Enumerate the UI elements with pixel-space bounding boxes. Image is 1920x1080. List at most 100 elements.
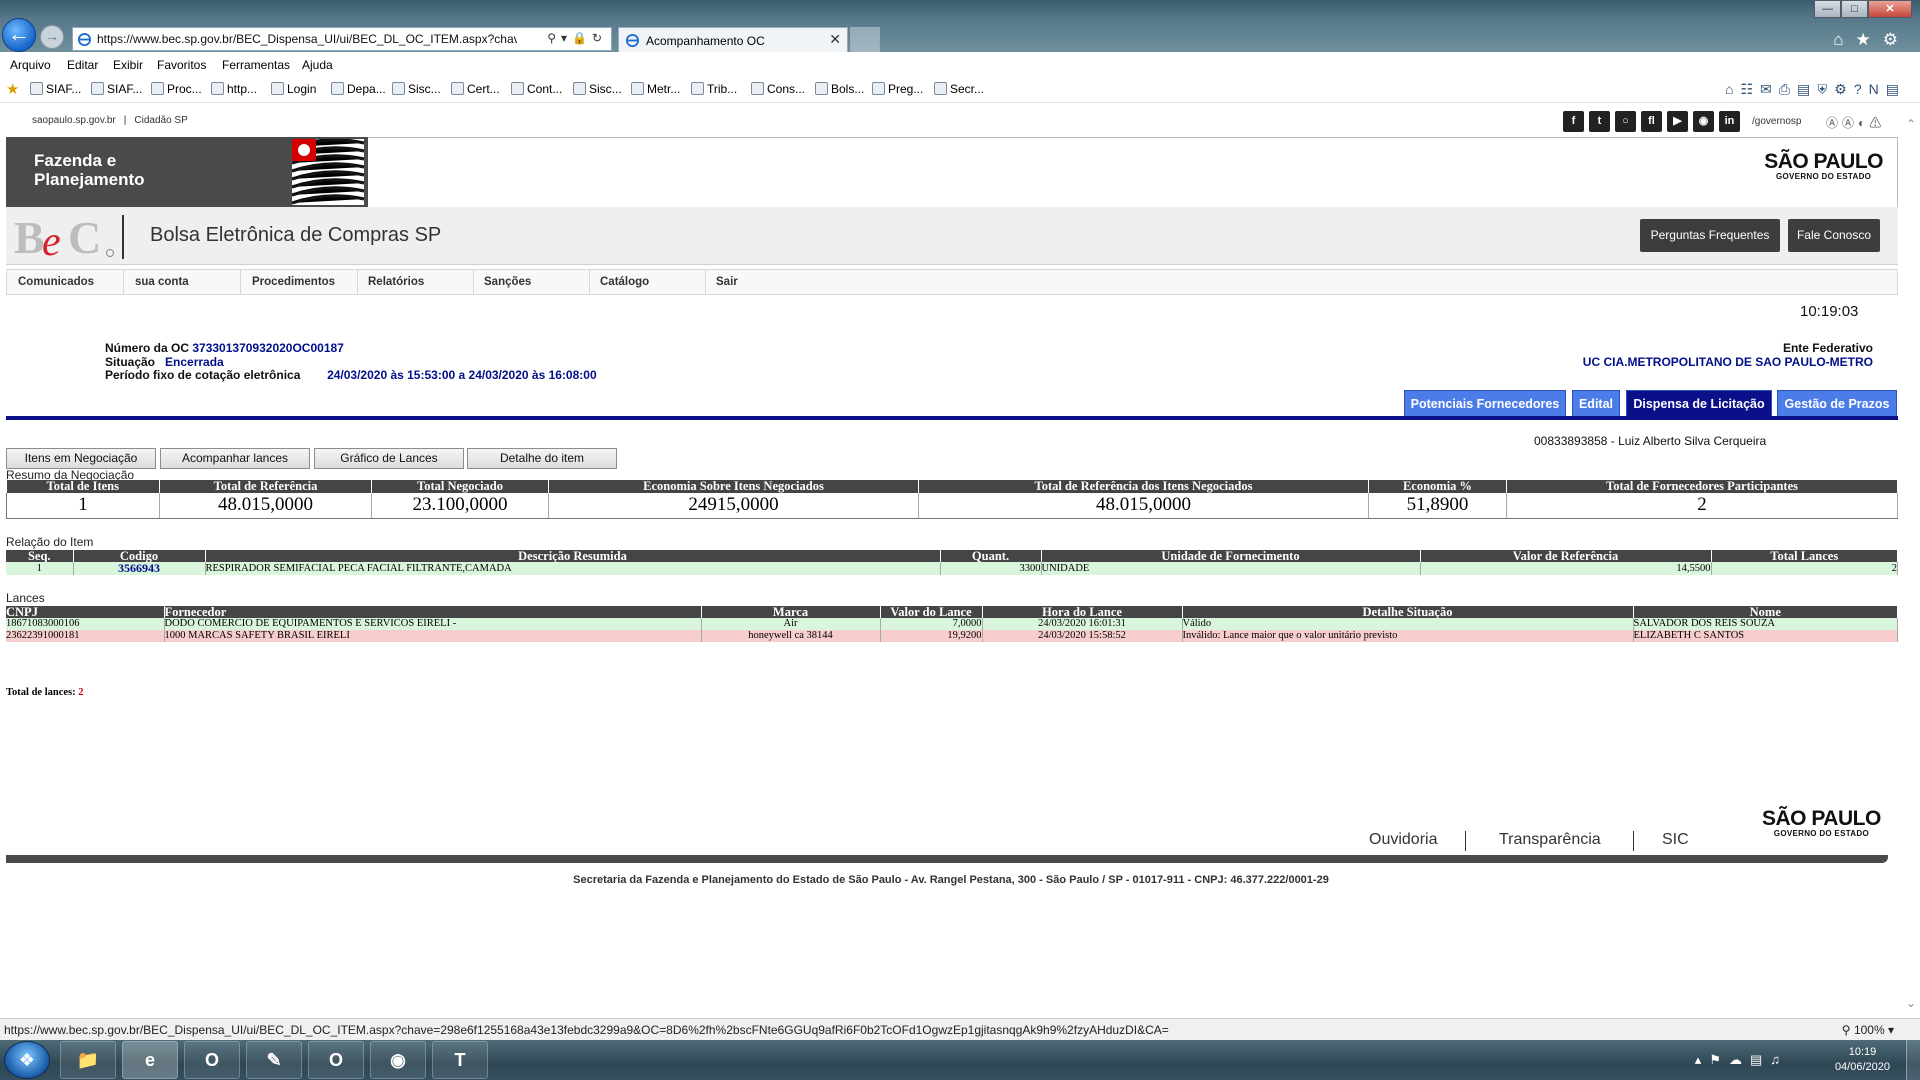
add-favorite-star-icon[interactable]: ★ (6, 80, 19, 98)
footer-link-transparencia[interactable]: Transparência (1499, 831, 1601, 849)
fav-item[interactable]: Sisc... (392, 82, 441, 96)
print-icon[interactable]: ⎙ (1779, 81, 1797, 97)
menu-ferramentas[interactable]: Ferramentas (222, 58, 290, 72)
twitter-icon[interactable]: t (1589, 111, 1610, 132)
home-icon[interactable]: ⌂ (1725, 81, 1740, 97)
itens-negociacao-button[interactable]: Itens em Negociação (6, 448, 156, 469)
address-controls-icon[interactable]: ⚲▾🔒↻ (547, 31, 607, 45)
youtube-icon[interactable]: ▶ (1667, 111, 1688, 132)
menu-ajuda[interactable]: Ajuda (302, 58, 333, 72)
network-icon[interactable]: ▤ (1750, 1052, 1770, 1067)
fav-item[interactable]: Proc... (151, 82, 202, 96)
warning-icon[interactable]: ⚠ (1869, 116, 1885, 130)
address-bar[interactable]: https://www.bec.sp.gov.br/BEC_Dispensa_U… (72, 27, 612, 51)
safety-icon[interactable]: ⛨ (1817, 81, 1834, 97)
flag-icon[interactable]: ⚑ (1709, 1052, 1729, 1067)
grafico-lances-button[interactable]: Gráfico de Lances (314, 448, 464, 469)
close-window-icon[interactable]: ✕ (1868, 0, 1912, 18)
faq-button[interactable]: Perguntas Frequentes (1640, 219, 1780, 252)
tools-icon[interactable]: ⚙ (1834, 81, 1854, 97)
facebook-icon[interactable]: f (1563, 111, 1584, 132)
font-size-icon[interactable]: Ⓐ (1826, 116, 1842, 130)
zoom-level[interactable]: ⚲ 100% ▾ (1842, 1023, 1894, 1037)
fav-item[interactable]: Login (271, 82, 316, 96)
forward-arrow-icon[interactable]: → (40, 25, 64, 49)
mail-icon[interactable]: ✉ (1760, 81, 1779, 97)
close-tab-icon[interactable]: ✕ (829, 31, 841, 48)
fav-item[interactable]: Secr... (934, 82, 984, 96)
nav-sua-conta[interactable]: sua conta (124, 270, 241, 294)
home-icon[interactable]: ⌂ (1833, 30, 1855, 49)
tab-potenciais-fornecedores[interactable]: Potenciais Fornecedores (1404, 390, 1566, 417)
teams-icon[interactable]: T (432, 1041, 488, 1079)
help-icon[interactable]: ? (1854, 81, 1869, 97)
back-arrow-icon[interactable]: ← (2, 18, 36, 52)
contact-button[interactable]: Fale Conosco (1788, 219, 1880, 252)
fav-item[interactable]: Metr... (631, 82, 680, 96)
start-button-icon[interactable]: ❖ (4, 1041, 50, 1079)
scroll-down-icon[interactable]: ⌄ (1906, 996, 1916, 1010)
new-tab-button[interactable] (850, 27, 880, 52)
flickr-icon[interactable]: fl (1641, 111, 1662, 132)
link-saopaulo[interactable]: saopaulo.sp.gov.br (32, 115, 116, 126)
menu-editar[interactable]: Editar (67, 58, 98, 72)
issuu-icon[interactable]: ◉ (1693, 111, 1714, 132)
cloud-icon[interactable]: ☁ (1729, 1052, 1750, 1067)
linkedin-icon[interactable]: in (1719, 111, 1740, 132)
contrast-icon[interactable]: ◐ (1858, 116, 1869, 130)
url-text[interactable]: https://www.bec.sp.gov.br/BEC_Dispensa_U… (97, 32, 517, 46)
fav-item[interactable]: Preg... (872, 82, 923, 96)
fav-item[interactable]: Trib... (691, 82, 737, 96)
taskbar-clock[interactable]: 10:19 04/06/2020 (1835, 1045, 1890, 1075)
fav-item[interactable]: Depa... (331, 82, 386, 96)
nav-comunicados[interactable]: Comunicados (7, 270, 124, 294)
nav-procedimentos[interactable]: Procedimentos (241, 270, 358, 294)
footer-link-sic[interactable]: SIC (1662, 831, 1689, 849)
menu-exibir[interactable]: Exibir (113, 58, 143, 72)
link-cidadao[interactable]: Cidadão SP (134, 115, 187, 126)
internet-explorer-icon[interactable]: e (122, 1041, 178, 1079)
fav-item[interactable]: Cert... (451, 82, 500, 96)
maximize-icon[interactable]: □ (1841, 0, 1868, 18)
sticky-notes-icon[interactable]: ✎ (246, 1041, 302, 1079)
settings-gear-icon[interactable]: ⚙ (1883, 30, 1910, 49)
scroll-up-icon[interactable]: ⌃ (1906, 117, 1916, 131)
fav-item[interactable]: Cont... (511, 82, 562, 96)
firefox-icon[interactable]: ◉ (370, 1041, 426, 1079)
show-desktop-button[interactable] (1906, 1040, 1920, 1080)
footer-link-ouvidoria[interactable]: Ouvidoria (1369, 831, 1437, 849)
minimize-icon[interactable]: — (1814, 0, 1841, 18)
detalhe-item-button[interactable]: Detalhe do item (467, 448, 617, 469)
item-code-link[interactable]: 3566943 (73, 562, 206, 575)
font-size-small-icon[interactable]: Ⓐ (1842, 116, 1858, 130)
menu-arquivo[interactable]: Arquivo (10, 58, 51, 72)
tray-arrow-icon[interactable]: ▴ (1695, 1052, 1710, 1067)
nav-relatorios[interactable]: Relatórios (357, 270, 474, 294)
page-menu-icon[interactable]: ▤ (1797, 81, 1817, 97)
favorites-star-icon[interactable]: ★ (1856, 30, 1883, 49)
browser-tab[interactable]: Acompanhamento OC ✕ (618, 27, 848, 52)
volume-icon[interactable]: ♫ (1770, 1052, 1788, 1067)
tab-gestao-de-prazos[interactable]: Gestão de Prazos (1777, 390, 1897, 417)
fav-item[interactable]: SIAF... (30, 82, 81, 96)
nav-sancoes[interactable]: Sanções (473, 270, 590, 294)
fav-item[interactable]: http... (211, 82, 257, 96)
outlook-2-icon[interactable]: O (308, 1041, 364, 1079)
fav-item[interactable]: Cons... (751, 82, 805, 96)
outlook-icon[interactable]: O (184, 1041, 240, 1079)
tab-edital[interactable]: Edital (1572, 390, 1620, 417)
file-explorer-icon[interactable]: 📁 (60, 1041, 116, 1079)
fav-item[interactable]: SIAF... (91, 82, 142, 96)
nav-sair[interactable]: Sair (705, 270, 822, 294)
onenote-icon[interactable]: N (1869, 81, 1886, 97)
instagram-icon[interactable]: ○ (1615, 111, 1636, 132)
fav-item[interactable]: Sisc... (573, 82, 622, 96)
menu-favoritos[interactable]: Favoritos (157, 58, 206, 72)
tab-dispensa-de-licitacao[interactable]: Dispensa de Licitação (1626, 390, 1772, 417)
research-icon[interactable]: ▤ (1886, 81, 1906, 97)
vertical-scrollbar[interactable]: ⌃ ⌄ (1902, 103, 1920, 1018)
feeds-icon[interactable]: ☷ (1740, 81, 1760, 97)
acompanhar-lances-button[interactable]: Acompanhar lances (160, 448, 310, 469)
fav-item[interactable]: Bols... (815, 82, 864, 96)
nav-catalogo[interactable]: Catálogo (589, 270, 706, 294)
